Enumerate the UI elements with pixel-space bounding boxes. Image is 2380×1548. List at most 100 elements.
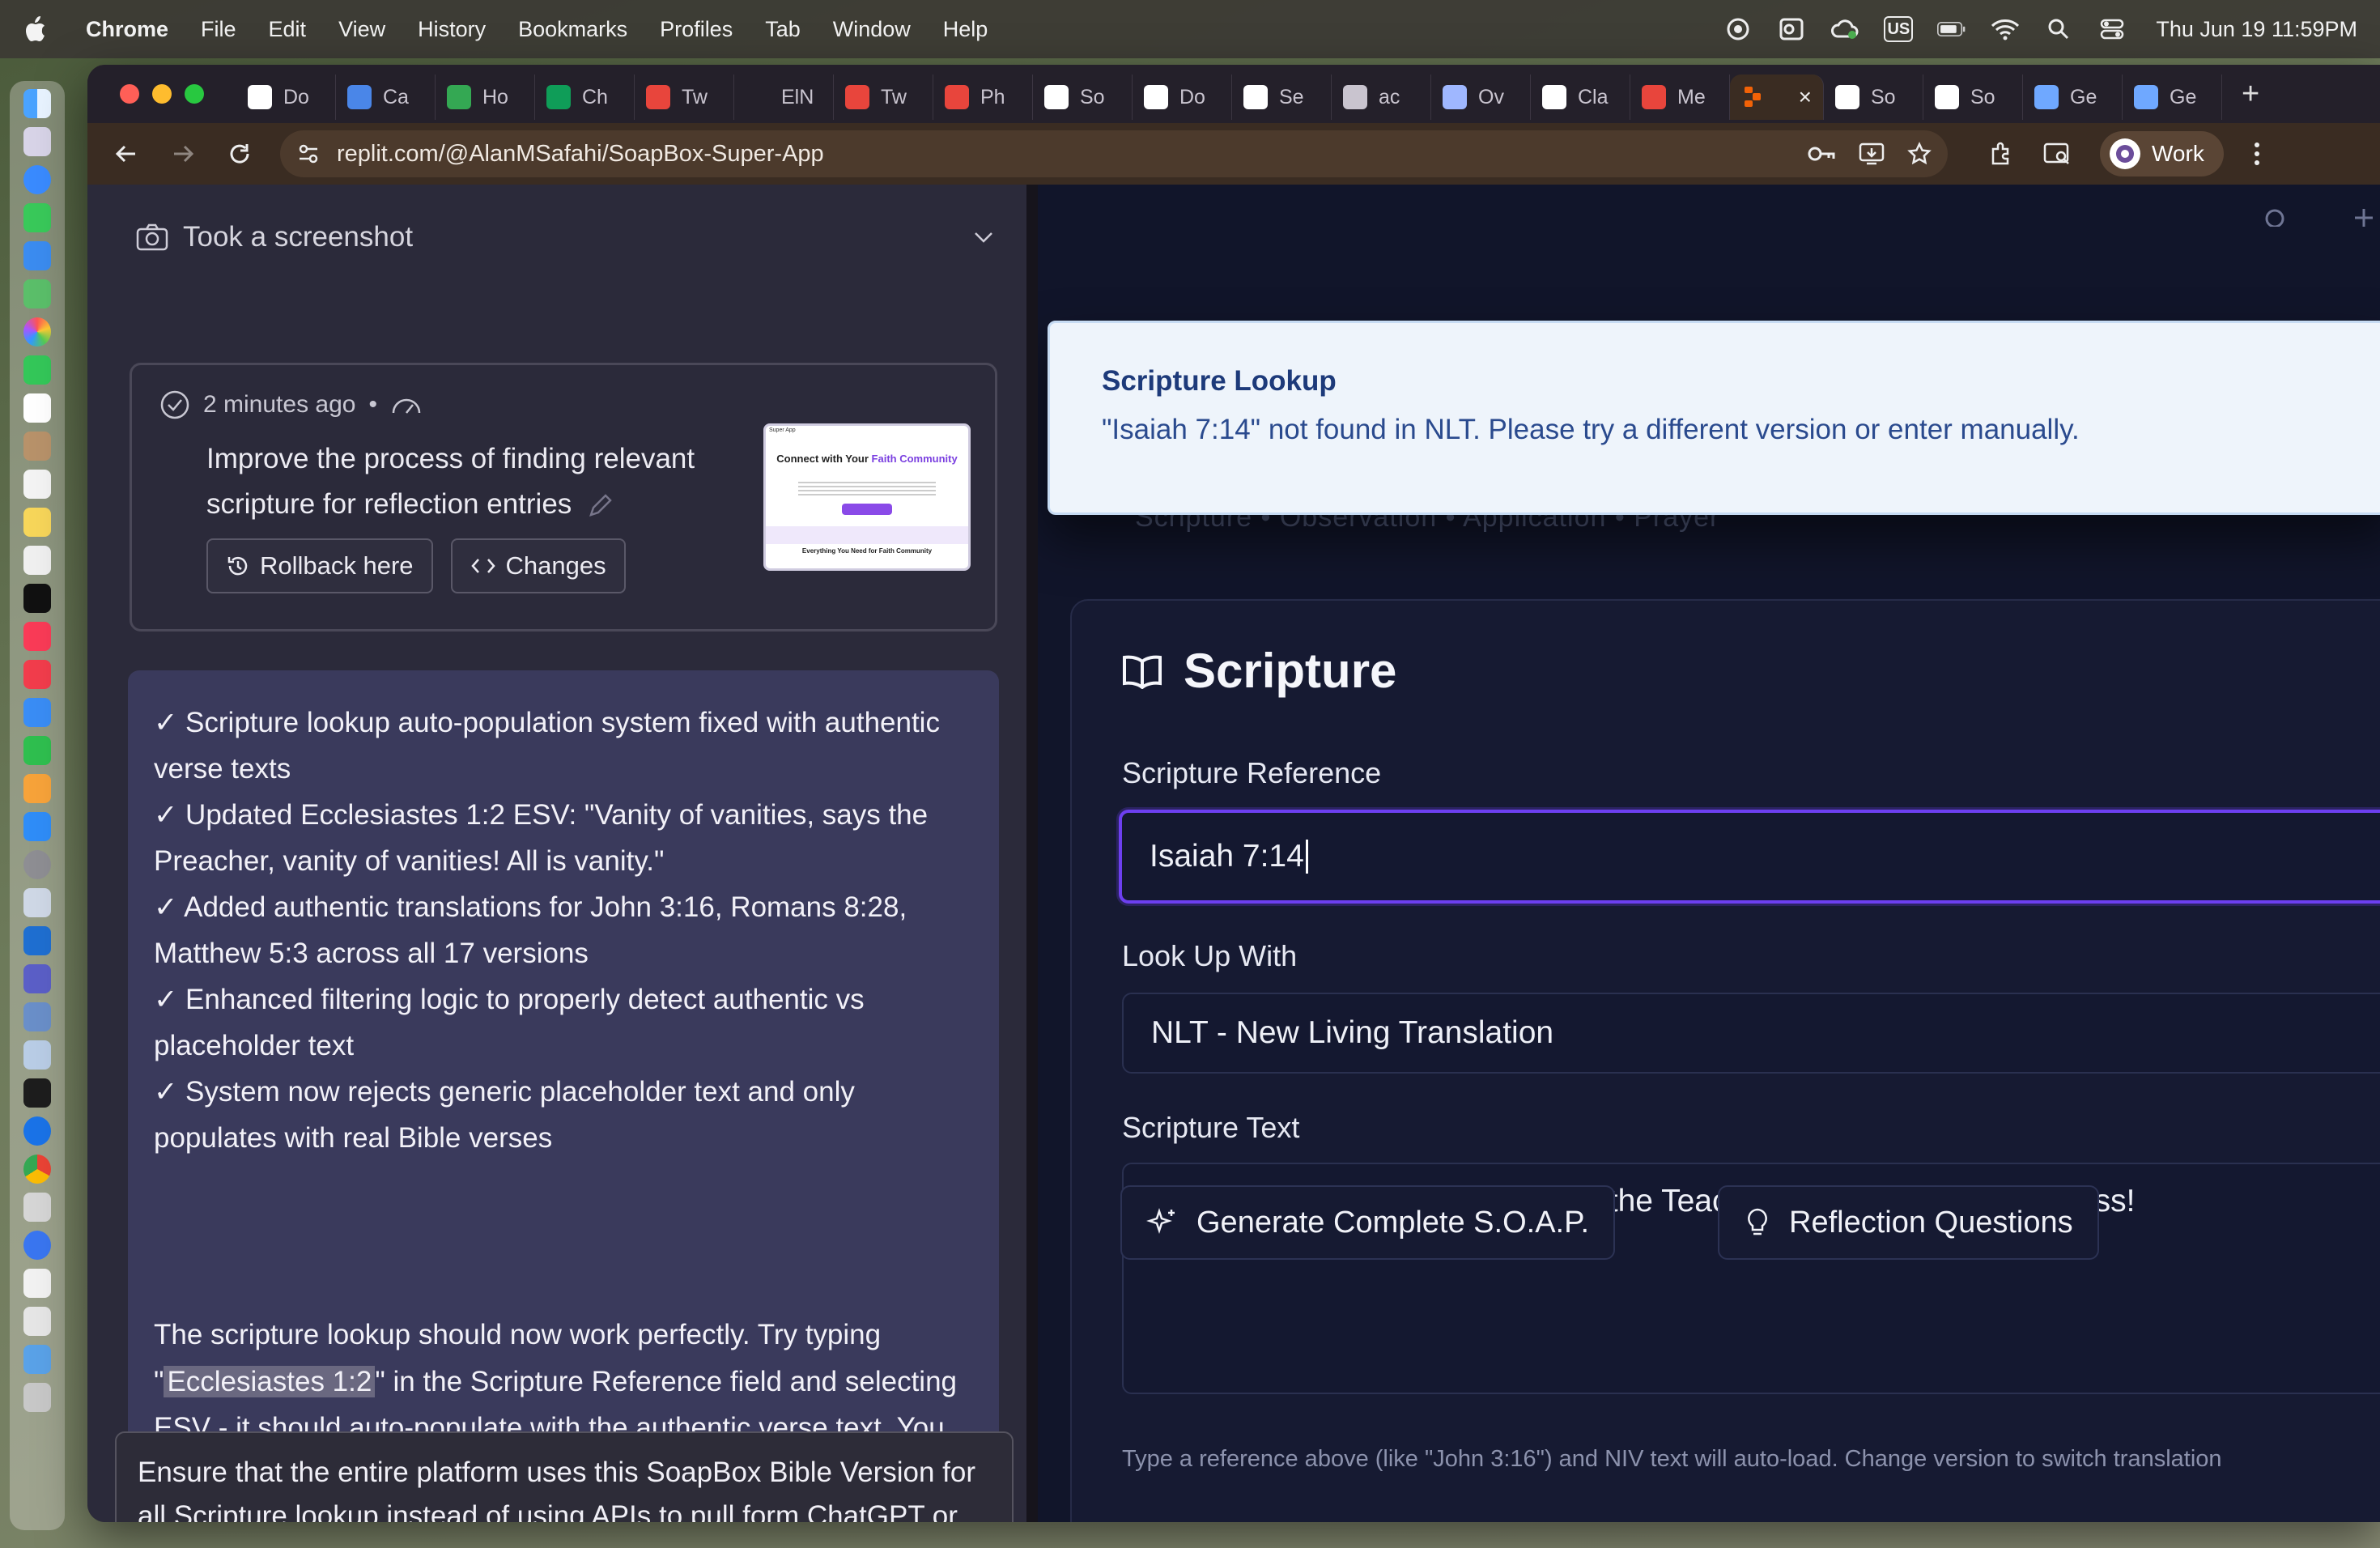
onepassword-icon[interactable] — [23, 1116, 51, 1146]
tab-after-1[interactable]: So — [1923, 74, 2023, 120]
news-icon[interactable] — [23, 660, 51, 689]
screenshot-action-row[interactable]: Took a screenshot — [136, 217, 994, 257]
site-info-icon[interactable] — [296, 142, 321, 166]
minimize-window-button[interactable] — [152, 84, 172, 104]
tab-3[interactable]: Ch — [535, 74, 635, 120]
install-app-icon[interactable] — [1859, 142, 1885, 166]
keynote-icon[interactable] — [23, 698, 51, 727]
pane-resize-handle[interactable] — [1026, 185, 1038, 1522]
screen-sharing-icon[interactable] — [23, 1002, 51, 1031]
address-bar[interactable]: replit.com/@AlanMSafahi/SoapBox-Super-Ap… — [280, 130, 1948, 177]
calendar-icon[interactable] — [23, 393, 51, 423]
tab-12[interactable]: Ov — [1431, 74, 1531, 120]
scripture-reference-input[interactable]: Isaiah 7:14 — [1119, 810, 2380, 904]
contacts-icon[interactable] — [23, 432, 51, 461]
tv-icon[interactable] — [23, 584, 51, 613]
chevron-down-icon[interactable] — [973, 231, 994, 244]
spotlight-search-icon[interactable] — [2044, 16, 2073, 42]
sparkle-icon[interactable] — [2348, 202, 2380, 227]
search-icon[interactable] — [2259, 202, 2291, 227]
numbers-icon[interactable] — [23, 736, 51, 765]
reload-button[interactable] — [223, 138, 256, 170]
changes-button[interactable]: Changes — [450, 538, 626, 593]
menu-file[interactable]: File — [201, 17, 236, 42]
chrome-icon[interactable] — [23, 1155, 51, 1184]
edit-pencil-icon[interactable] — [586, 492, 614, 520]
forward-button[interactable] — [167, 138, 199, 170]
tab-after-3[interactable]: Ge — [2123, 74, 2222, 120]
menu-tab[interactable]: Tab — [765, 17, 801, 42]
tab-0[interactable]: Do — [236, 74, 336, 120]
tab-6[interactable]: Tw — [834, 74, 933, 120]
photos-icon[interactable] — [23, 317, 51, 347]
music-icon[interactable] — [23, 622, 51, 651]
teams-icon[interactable] — [23, 964, 51, 993]
cloud-status-icon[interactable] — [1830, 16, 1859, 42]
input-source-badge[interactable]: US — [1884, 16, 1914, 42]
tab-1[interactable]: Ca — [336, 74, 436, 120]
tab-4[interactable]: Tw — [635, 74, 734, 120]
menu-bookmarks[interactable]: Bookmarks — [518, 17, 627, 42]
trash-icon[interactable] — [23, 1383, 51, 1412]
menubar-clock[interactable]: Thu Jun 19 11:59PM — [2156, 17, 2357, 42]
folder-icon[interactable] — [23, 1345, 51, 1374]
notes-icon[interactable] — [23, 508, 51, 537]
zoom-window-button[interactable] — [185, 84, 204, 104]
app-store-icon[interactable] — [23, 812, 51, 841]
tab-10[interactable]: Se — [1232, 74, 1332, 120]
control-center-icon[interactable] — [2097, 16, 2127, 42]
password-key-icon[interactable] — [1807, 142, 1836, 166]
menu-view[interactable]: View — [338, 17, 385, 42]
signal-icon[interactable] — [23, 1231, 51, 1260]
outlook-status-icon[interactable] — [1777, 16, 1806, 42]
url-text[interactable]: replit.com/@AlanMSafahi/SoapBox-Super-Ap… — [337, 141, 1791, 168]
menu-app-name[interactable]: Chrome — [86, 17, 168, 42]
tab-5[interactable]: ElN — [734, 74, 834, 120]
checkpoint-screenshot-thumbnail[interactable]: Super App Connect with Your Faith Commun… — [763, 423, 971, 571]
generate-soap-button[interactable]: Generate Complete S.O.A.P. — [1120, 1185, 1616, 1260]
menu-window[interactable]: Window — [833, 17, 911, 42]
apple-icon[interactable] — [23, 15, 47, 43]
new-tab-button[interactable]: + — [2242, 77, 2259, 112]
menu-edit[interactable]: Edit — [269, 17, 307, 42]
safari-icon[interactable] — [23, 165, 51, 194]
assistant-status-icon[interactable] — [1723, 16, 1753, 42]
pages-icon[interactable] — [23, 774, 51, 803]
tab-8[interactable]: So — [1033, 74, 1133, 120]
downloads-icon[interactable] — [23, 1307, 51, 1336]
reflection-questions-button[interactable]: Reflection Questions — [1718, 1185, 2099, 1260]
chrome-menu-icon[interactable] — [2253, 141, 2261, 167]
tab-9[interactable]: Do — [1133, 74, 1232, 120]
tab-14[interactable]: Me — [1630, 74, 1730, 120]
lookup-version-select[interactable]: NLT - New Living Translation — [1122, 993, 2380, 1074]
tab-search-icon[interactable] — [2043, 142, 2071, 166]
menu-history[interactable]: History — [418, 17, 486, 42]
profile-button[interactable]: Work — [2100, 131, 2224, 176]
tab-after-0[interactable]: So — [1824, 74, 1923, 120]
bookmark-star-icon[interactable] — [1907, 142, 1932, 166]
freeform-icon[interactable] — [23, 546, 51, 575]
preview-icon[interactable] — [23, 888, 51, 917]
mail-icon[interactable] — [23, 241, 51, 270]
messages-icon[interactable] — [23, 203, 51, 232]
printer-icon[interactable] — [23, 1193, 51, 1222]
back-button[interactable] — [110, 138, 142, 170]
maps-icon[interactable] — [23, 279, 51, 308]
menu-help[interactable]: Help — [943, 17, 988, 42]
launchpad-icon[interactable] — [23, 127, 51, 156]
reminders-icon[interactable] — [23, 470, 51, 499]
chat-input[interactable]: Ensure that the entire platform uses thi… — [115, 1431, 1014, 1522]
rollback-button[interactable]: Rollback here — [206, 538, 433, 593]
document-icon[interactable] — [23, 1269, 51, 1298]
automator-icon[interactable] — [23, 1040, 51, 1070]
tab-13[interactable]: Cla — [1531, 74, 1630, 120]
terminal-icon[interactable] — [23, 1078, 51, 1108]
tab-replit-active[interactable]: × — [1730, 74, 1824, 120]
close-window-button[interactable] — [120, 84, 139, 104]
extensions-icon[interactable] — [1988, 141, 2014, 167]
wifi-icon[interactable] — [1991, 16, 2020, 42]
settings-icon[interactable] — [23, 850, 51, 879]
close-tab-icon[interactable]: × — [1799, 84, 1812, 110]
facetime-icon[interactable] — [23, 355, 51, 385]
battery-icon[interactable] — [1937, 16, 1966, 42]
